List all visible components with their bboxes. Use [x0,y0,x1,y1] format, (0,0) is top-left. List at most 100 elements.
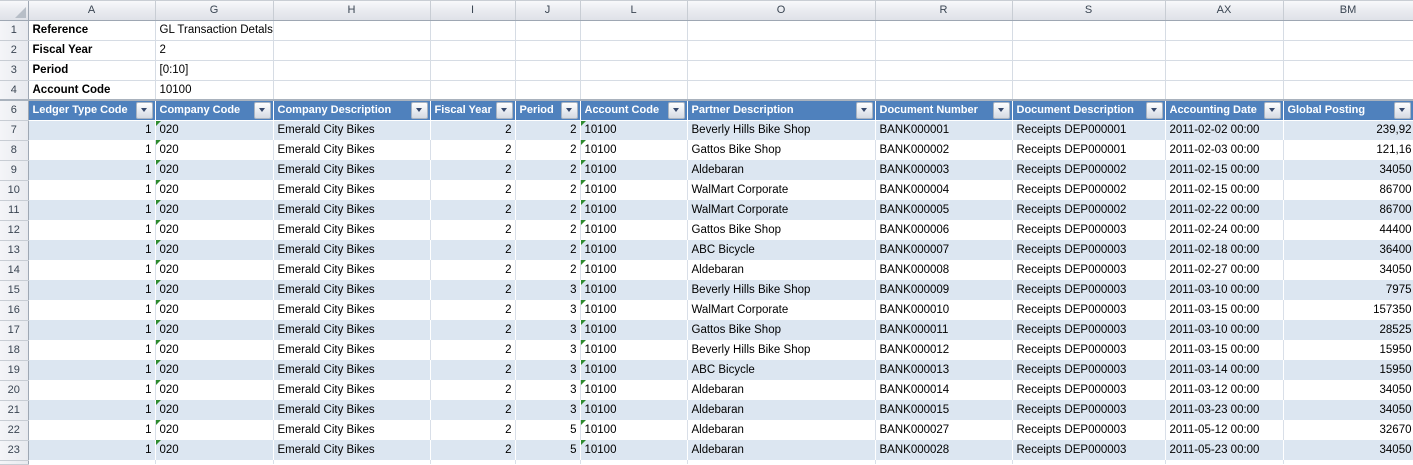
row-number[interactable]: 4 [0,80,28,100]
cell-partner-description[interactable]: ABC Bicycle [687,360,875,380]
cell-company-description[interactable]: Emerald City Bikes [273,440,430,460]
empty-cell[interactable] [875,20,1012,40]
cell-global-posting[interactable]: 36400 [1283,240,1413,260]
cell-partner-description[interactable]: Beverly Hills Bike Shop [687,340,875,360]
cell-fiscal-year[interactable]: 2 [430,400,515,420]
parameter-label-cell[interactable]: Period [28,60,155,80]
empty-cell[interactable] [1012,20,1165,40]
cell-account-code[interactable]: 10100 [580,220,687,240]
cell-period[interactable]: 2 [515,220,580,240]
cell-accounting-date[interactable]: 2011-03-15 00:00 [1165,340,1283,360]
cell-company-code[interactable]: 020 [155,280,273,300]
cell-document-description[interactable]: Receipts DEP000003 [1012,420,1165,440]
cell-document-number[interactable]: BANK000007 [875,240,1012,260]
row-number[interactable]: 2 [0,40,28,60]
cell-partner-description[interactable]: Gattos Bike Shop [687,140,875,160]
empty-cell[interactable] [28,460,155,464]
header-company-code[interactable]: Company Code [155,100,273,120]
parameter-label-cell[interactable]: Account Code [28,80,155,100]
cell-ledger-type-code[interactable]: 1 [28,120,155,140]
cell-accounting-date[interactable]: 2011-02-24 00:00 [1165,220,1283,240]
cell-accounting-date[interactable]: 2011-02-18 00:00 [1165,240,1283,260]
header-global-posting[interactable]: Global Posting [1283,100,1413,120]
column-header-s[interactable]: S [1012,1,1165,20]
row-number[interactable]: 15 [0,280,28,300]
cell-fiscal-year[interactable]: 2 [430,420,515,440]
cell-global-posting[interactable]: 86700 [1283,180,1413,200]
cell-partner-description[interactable]: WalMart Corporate [687,300,875,320]
header-period[interactable]: Period [515,100,580,120]
parameter-label-cell[interactable]: Fiscal Year [28,40,155,60]
cell-accounting-date[interactable]: 2011-03-15 00:00 [1165,300,1283,320]
empty-cell[interactable] [687,40,875,60]
cell-fiscal-year[interactable]: 2 [430,140,515,160]
cell-period[interactable]: 2 [515,180,580,200]
empty-cell[interactable] [1165,20,1283,40]
filter-dropdown-button[interactable] [856,102,873,119]
cell-company-description[interactable]: Emerald City Bikes [273,240,430,260]
cell-ledger-type-code[interactable]: 1 [28,320,155,340]
cell-partner-description[interactable]: Aldebaran [687,400,875,420]
cell-accounting-date[interactable]: 2011-05-23 00:00 [1165,440,1283,460]
row-number[interactable]: 18 [0,340,28,360]
cell-partner-description[interactable]: Aldebaran [687,440,875,460]
cell-global-posting[interactable]: 34050 [1283,440,1413,460]
cell-document-description[interactable]: Receipts DEP000003 [1012,320,1165,340]
cell-fiscal-year[interactable]: 2 [430,160,515,180]
empty-cell[interactable] [430,40,515,60]
cell-global-posting[interactable]: 32670 [1283,420,1413,440]
cell-period[interactable]: 2 [515,120,580,140]
cell-ledger-type-code[interactable]: 1 [28,440,155,460]
column-header-h[interactable]: H [273,1,430,20]
cell-period[interactable]: 3 [515,400,580,420]
row-number[interactable]: 22 [0,420,28,440]
cell-account-code[interactable]: 10100 [580,180,687,200]
cell-account-code[interactable]: 10100 [580,200,687,220]
cell-ledger-type-code[interactable]: 1 [28,340,155,360]
cell-company-code[interactable]: 020 [155,340,273,360]
filter-dropdown-button[interactable] [993,102,1010,119]
cell-document-number[interactable]: BANK000003 [875,160,1012,180]
row-number[interactable] [0,460,28,464]
empty-cell[interactable] [515,460,580,464]
cell-partner-description[interactable]: Aldebaran [687,420,875,440]
cell-partner-description[interactable]: Beverly Hills Bike Shop [687,120,875,140]
header-accounting-date[interactable]: Accounting Date [1165,100,1283,120]
cell-accounting-date[interactable]: 2011-03-14 00:00 [1165,360,1283,380]
cell-accounting-date[interactable]: 2011-03-23 00:00 [1165,400,1283,420]
cell-document-number[interactable]: BANK000008 [875,260,1012,280]
cell-document-description[interactable]: Receipts DEP000001 [1012,140,1165,160]
cell-company-code[interactable]: 020 [155,260,273,280]
filter-dropdown-button[interactable] [1264,102,1281,119]
cell-account-code[interactable]: 10100 [580,320,687,340]
cell-period[interactable]: 3 [515,360,580,380]
cell-period[interactable]: 2 [515,160,580,180]
cell-company-description[interactable]: Emerald City Bikes [273,140,430,160]
empty-cell[interactable] [430,460,515,464]
cell-ledger-type-code[interactable]: 1 [28,360,155,380]
cell-accounting-date[interactable]: 2011-02-02 00:00 [1165,120,1283,140]
cell-accounting-date[interactable]: 2011-02-22 00:00 [1165,200,1283,220]
cell-company-code[interactable]: 020 [155,360,273,380]
cell-partner-description[interactable]: Aldebaran [687,260,875,280]
row-number[interactable]: 10 [0,180,28,200]
cell-ledger-type-code[interactable]: 1 [28,420,155,440]
cell-global-posting[interactable]: 121,16 [1283,140,1413,160]
cell-ledger-type-code[interactable]: 1 [28,180,155,200]
cell-global-posting[interactable]: 34050 [1283,400,1413,420]
cell-ledger-type-code[interactable]: 1 [28,300,155,320]
cell-period[interactable]: 3 [515,300,580,320]
parameter-value-cell[interactable]: 10100 [155,80,273,100]
cell-company-description[interactable]: Emerald City Bikes [273,180,430,200]
empty-cell[interactable] [515,80,580,100]
cell-global-posting[interactable]: 34050 [1283,380,1413,400]
empty-cell[interactable] [1283,40,1413,60]
cell-account-code[interactable]: 10100 [580,380,687,400]
cell-ledger-type-code[interactable]: 1 [28,400,155,420]
cell-company-code[interactable]: 020 [155,420,273,440]
filter-dropdown-button[interactable] [668,102,685,119]
cell-partner-description[interactable]: Aldebaran [687,380,875,400]
cell-account-code[interactable]: 10100 [580,120,687,140]
cell-fiscal-year[interactable]: 2 [430,120,515,140]
cell-fiscal-year[interactable]: 2 [430,280,515,300]
